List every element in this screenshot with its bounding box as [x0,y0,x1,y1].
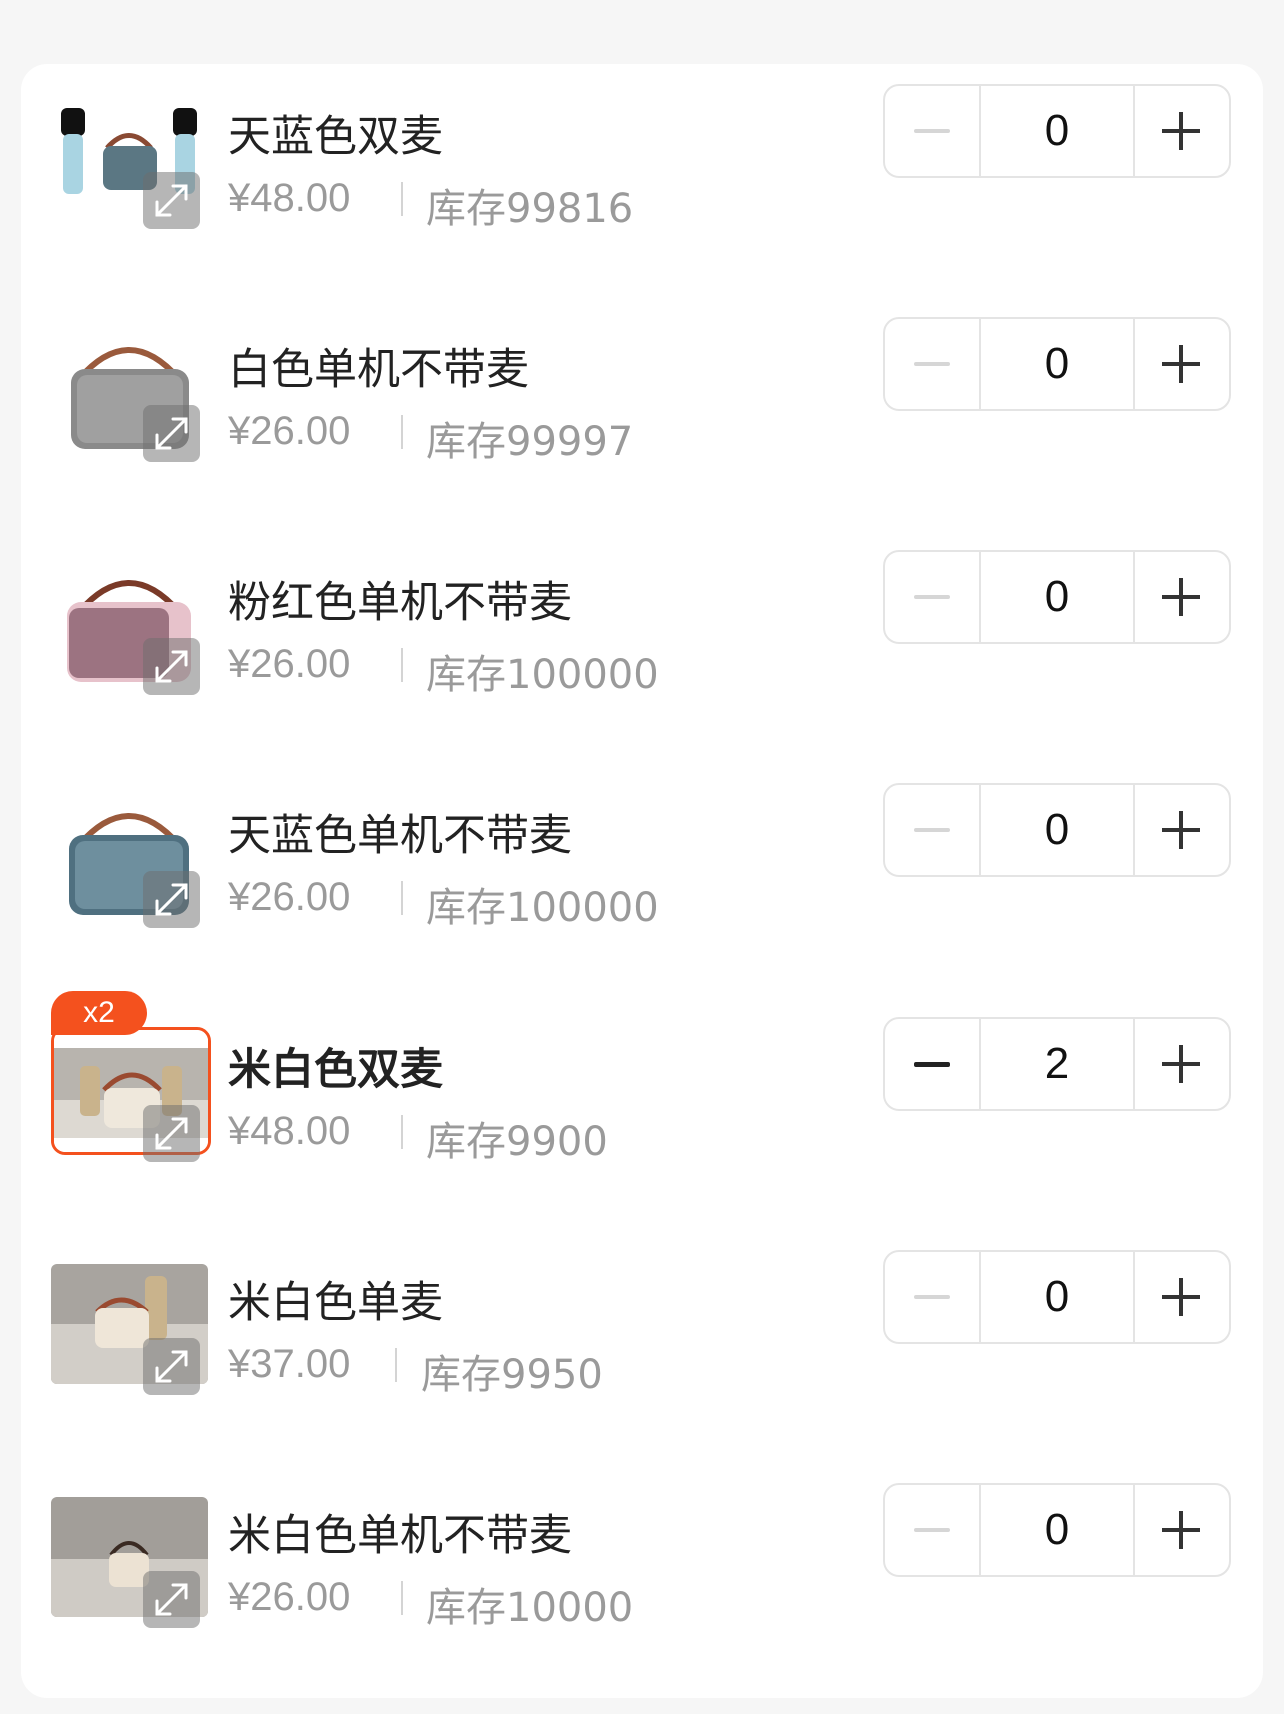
product-price: ¥48.00 [228,1109,351,1153]
divider [401,182,403,216]
product-name: 天蓝色单机不带麦 [228,811,572,861]
sku-row-beige-no-mic[interactable]: 米白色单机不带麦 ¥26.00 库存10000 0 [21,1483,1263,1645]
minus-icon [914,1062,950,1067]
quantity-input[interactable]: 0 [981,1252,1133,1342]
product-stock: 库存100000 [426,885,659,931]
minus-icon [914,129,950,133]
sku-list-card: 天蓝色双麦 ¥48.00 库存99816 0 白色单机不带麦 ¥26.00 库存… [21,64,1263,1698]
decrease-button[interactable] [885,1252,981,1342]
decrease-button[interactable] [885,319,981,409]
product-name: 米白色单麦 [228,1278,443,1328]
quantity-stepper: 0 [883,317,1231,411]
quantity-stepper: 0 [883,1483,1231,1577]
increase-button[interactable] [1133,86,1229,176]
product-price: ¥48.00 [228,176,351,220]
product-stock: 库存9950 [421,1352,603,1398]
expand-image-button[interactable] [143,1105,200,1162]
decrease-button[interactable] [885,86,981,176]
minus-icon [914,828,950,832]
sku-row-white-no-mic[interactable]: 白色单机不带麦 ¥26.00 库存99997 0 [21,317,1263,479]
expand-icon [155,1350,188,1383]
quantity-stepper: 0 [883,550,1231,644]
sku-row-sky-blue-dual-mic[interactable]: 天蓝色双麦 ¥48.00 库存99816 0 [21,84,1263,246]
divider [401,881,403,915]
decrease-button[interactable] [885,785,981,875]
expand-icon [155,883,188,916]
product-name: 米白色单机不带麦 [228,1511,572,1561]
divider [401,415,403,449]
expand-icon [155,1583,188,1616]
sku-row-pink-no-mic[interactable]: 粉红色单机不带麦 ¥26.00 库存100000 0 [21,550,1263,712]
minus-icon [914,1295,950,1299]
divider [395,1348,397,1382]
sku-row-beige-dual-mic[interactable]: x2 米白色双麦 ¥48.00 库存9900 2 [21,991,1263,1179]
expand-icon [155,184,188,217]
sku-row-beige-single-mic[interactable]: 米白色单麦 ¥37.00 库存9950 0 [21,1250,1263,1412]
quantity-stepper: 2 [883,1017,1231,1111]
product-stock: 库存9900 [426,1119,608,1165]
decrease-button[interactable] [885,552,981,642]
expand-icon [155,417,188,450]
divider [401,1115,403,1149]
product-name: 天蓝色双麦 [228,112,443,162]
quantity-stepper: 0 [883,84,1231,178]
quantity-input[interactable]: 0 [981,86,1133,176]
expand-image-button[interactable] [143,405,200,462]
quantity-input[interactable]: 2 [981,1019,1133,1109]
quantity-input[interactable]: 0 [981,319,1133,409]
minus-icon [914,595,950,599]
product-price: ¥37.00 [228,1342,351,1386]
sku-row-sky-blue-no-mic[interactable]: 天蓝色单机不带麦 ¥26.00 库存100000 0 [21,783,1263,945]
minus-icon [914,1528,950,1532]
increase-button[interactable] [1133,1252,1229,1342]
expand-image-button[interactable] [143,172,200,229]
quantity-stepper: 0 [883,1250,1231,1344]
decrease-button[interactable] [885,1485,981,1575]
divider [401,1581,403,1615]
product-name: 米白色双麦 [228,1045,443,1095]
increase-button[interactable] [1133,1019,1229,1109]
product-stock: 库存99816 [426,186,634,232]
quantity-stepper: 0 [883,783,1231,877]
expand-image-button[interactable] [143,638,200,695]
quantity-input[interactable]: 0 [981,785,1133,875]
minus-icon [914,362,950,366]
expand-image-button[interactable] [143,1338,200,1395]
product-price: ¥26.00 [228,1575,351,1619]
divider [401,648,403,682]
increase-button[interactable] [1133,1485,1229,1575]
expand-icon [155,1117,188,1150]
quantity-input[interactable]: 0 [981,1485,1133,1575]
quantity-input[interactable]: 0 [981,552,1133,642]
expand-icon [155,650,188,683]
increase-button[interactable] [1133,319,1229,409]
product-name: 白色单机不带麦 [228,345,529,395]
product-price: ¥26.00 [228,875,351,919]
product-name: 粉红色单机不带麦 [228,578,572,628]
increase-button[interactable] [1133,785,1229,875]
quantity-badge: x2 [51,991,147,1035]
product-stock: 库存99997 [426,419,634,465]
decrease-button[interactable] [885,1019,981,1109]
increase-button[interactable] [1133,552,1229,642]
expand-image-button[interactable] [143,1571,200,1628]
product-price: ¥26.00 [228,409,351,453]
product-stock: 库存100000 [426,652,659,698]
product-stock: 库存10000 [426,1585,634,1631]
product-price: ¥26.00 [228,642,351,686]
expand-image-button[interactable] [143,871,200,928]
